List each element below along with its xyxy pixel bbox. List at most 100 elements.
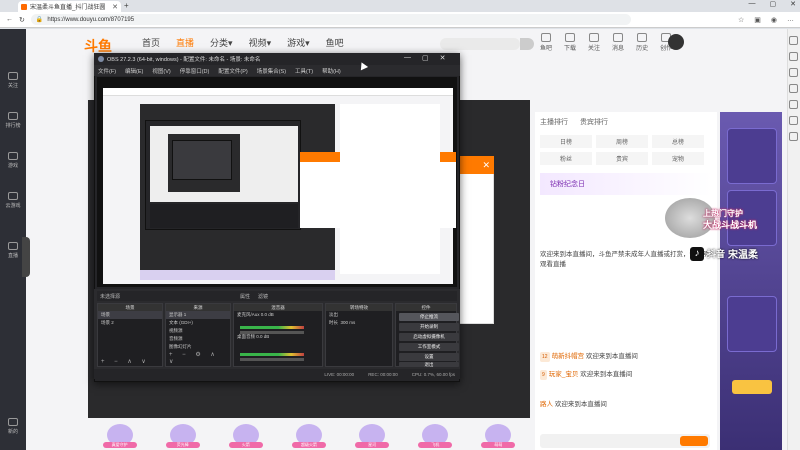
nav-rank[interactable]: 排行榜 [0,112,26,129]
volume-slider[interactable] [240,358,304,361]
chat-username[interactable]: 萌新抖帽宫 [552,353,585,360]
nav-home[interactable]: 首页 [142,36,160,49]
gift-item[interactable]: 萌萌 [481,424,516,448]
settings-button[interactable]: 设置 [399,353,459,361]
site-search-input[interactable] [440,38,520,50]
nav-video[interactable]: 视频▾ [249,36,272,49]
user-avatar[interactable] [668,34,684,50]
chat-username[interactable]: 路人 [540,401,553,408]
preview-gift-bar [140,270,335,280]
filters-button[interactable]: 滤镜 [258,293,268,300]
favorites-icon[interactable]: ☆ [738,16,744,24]
refresh-icon[interactable]: ↻ [19,16,25,24]
source-controls[interactable]: + − ⚙ ∧ ∨ [169,351,230,365]
obs-close-button[interactable]: ✕ [440,54,446,62]
source-item[interactable]: 视频源 [166,327,230,335]
url-field[interactable]: 🔒 https://www.douyu.com/8707195 [30,14,631,25]
scene-item[interactable]: 场景 2 [98,319,162,327]
search-icon[interactable] [520,38,534,50]
nav-game[interactable]: 游戏▾ [287,36,310,49]
send-button[interactable] [680,436,708,446]
tab-vip-rank[interactable]: 贵宾排行 [580,117,608,127]
gift-item[interactable]: 真爱守护 [102,424,137,448]
promo-card[interactable] [727,128,777,184]
new-tab-button[interactable]: + [124,1,129,10]
header-follow[interactable]: 关注 [588,33,600,52]
source-item[interactable]: 音频源 [166,335,230,343]
rank-cell[interactable]: 总榜 [652,135,704,148]
obs-menu-view[interactable]: 视图(V) [152,67,170,75]
more-icon[interactable]: … [787,16,794,24]
stop-streaming-button[interactable]: 停止推流 [399,313,459,321]
sidebar-games-icon[interactable] [789,84,798,93]
scene-item[interactable]: 场景 [98,311,162,319]
profile-icon[interactable]: ◉ [771,16,777,24]
back-icon[interactable]: ← [6,16,13,23]
obs-menu-edit[interactable]: 编辑(E) [125,67,143,75]
maximize-button[interactable]: ▢ [770,0,777,8]
rank-cell[interactable]: 日榜 [540,135,592,148]
promo-card[interactable] [727,296,777,352]
gift-item[interactable]: 荧光棒 [165,424,200,448]
header-messages[interactable]: 消息 [612,33,624,52]
chat-text: 欢迎来到本直播间，斗鱼严禁未成年人直播或打赏，请文明观看直播 [540,251,709,268]
obs-menu-file[interactable]: 文件(F) [98,67,116,75]
collections-icon[interactable]: ▣ [754,16,761,24]
obs-menu-tools[interactable]: 工具(T) [295,67,313,75]
sidebar-add-icon[interactable] [789,132,798,141]
start-recording-button[interactable]: 开始录制 [399,323,459,331]
obs-menu-profile[interactable]: 配置文件(P) [218,67,247,75]
heart-icon [8,72,18,80]
transition-type-select[interactable]: 淡出 [326,311,392,319]
minimize-button[interactable]: — [749,0,756,8]
obs-menu-help[interactable]: 帮助(H) [322,67,341,75]
obs-menu-scene-collection[interactable]: 场景集合(S) [257,67,286,75]
source-item[interactable]: 图像幻灯片 [166,343,230,351]
close-window-button[interactable]: ✕ [790,0,796,8]
scenes-title: 场景 [98,304,162,311]
browser-tab[interactable]: 宋温柔斗鱼直播_抖门战狂圆 ✕ [18,1,121,12]
header-history[interactable]: 历史 [636,33,648,52]
tab-close-icon[interactable]: ✕ [112,3,118,11]
nav-live-top[interactable]: 直播 [176,36,194,49]
chat-username[interactable]: 玩家_宝贝 [549,371,579,378]
source-item[interactable]: 显示器 1 [166,311,230,319]
sidebar-office-icon[interactable] [789,100,798,109]
promo-tag[interactable] [732,380,772,394]
nav-category[interactable]: 分类▾ [210,36,233,49]
rank-cell[interactable]: 贵宾 [596,152,648,165]
transition-duration[interactable]: 时长 300 ms [326,319,392,327]
nav-follow[interactable]: 关注 [0,72,26,89]
sidebar-shopping-icon[interactable] [789,52,798,61]
sidebar-search-icon[interactable] [789,36,798,45]
source-item[interactable]: 文本 (GDI+) [166,319,230,327]
header-fishbar[interactable]: 鱼吧 [540,33,552,52]
lock-icon: 🔒 [35,17,44,23]
volume-slider[interactable] [240,331,304,334]
nav-new[interactable]: 新的 [0,418,26,435]
tab-streamer-rank[interactable]: 主播排行 [540,117,568,127]
scene-controls[interactable]: + − ∧ ∨ [101,358,150,365]
studio-mode-button[interactable]: 工作室模式 [399,343,459,351]
rank-cell[interactable]: 宠物 [652,152,704,165]
properties-button[interactable]: 属性 [240,293,250,300]
nav-cloud-games[interactable]: 云游戏 [0,192,26,209]
sidebar-outlook-icon[interactable] [789,116,798,125]
gift-item[interactable]: 星河 [355,424,390,448]
nav-games[interactable]: 游戏 [0,152,26,169]
obs-minimize-button[interactable]: — [404,54,411,62]
sidebar-tools-icon[interactable] [789,68,798,77]
header-download[interactable]: 下载 [564,33,576,52]
obs-menu-docks[interactable]: 停靠窗口(D) [180,67,210,75]
rank-cell[interactable]: 粉丝 [540,152,592,165]
obs-maximize-button[interactable]: ▢ [422,54,429,62]
rank-cell[interactable]: 周榜 [596,135,648,148]
nav-fishbar[interactable]: 鱼吧 [326,36,344,49]
fan-anniversary-banner[interactable]: 钻粉纪念日 [540,173,712,195]
exit-button[interactable]: 退出 [399,362,459,367]
gift-item[interactable]: 飞机 [418,424,453,448]
gift-item[interactable]: 超级火箭 [291,424,326,448]
virtual-camera-button[interactable]: 启动虚拟摄像机 [399,333,459,341]
popup-close-icon[interactable]: ✕ [458,156,494,174]
gift-item[interactable]: 火箭 [228,424,263,448]
